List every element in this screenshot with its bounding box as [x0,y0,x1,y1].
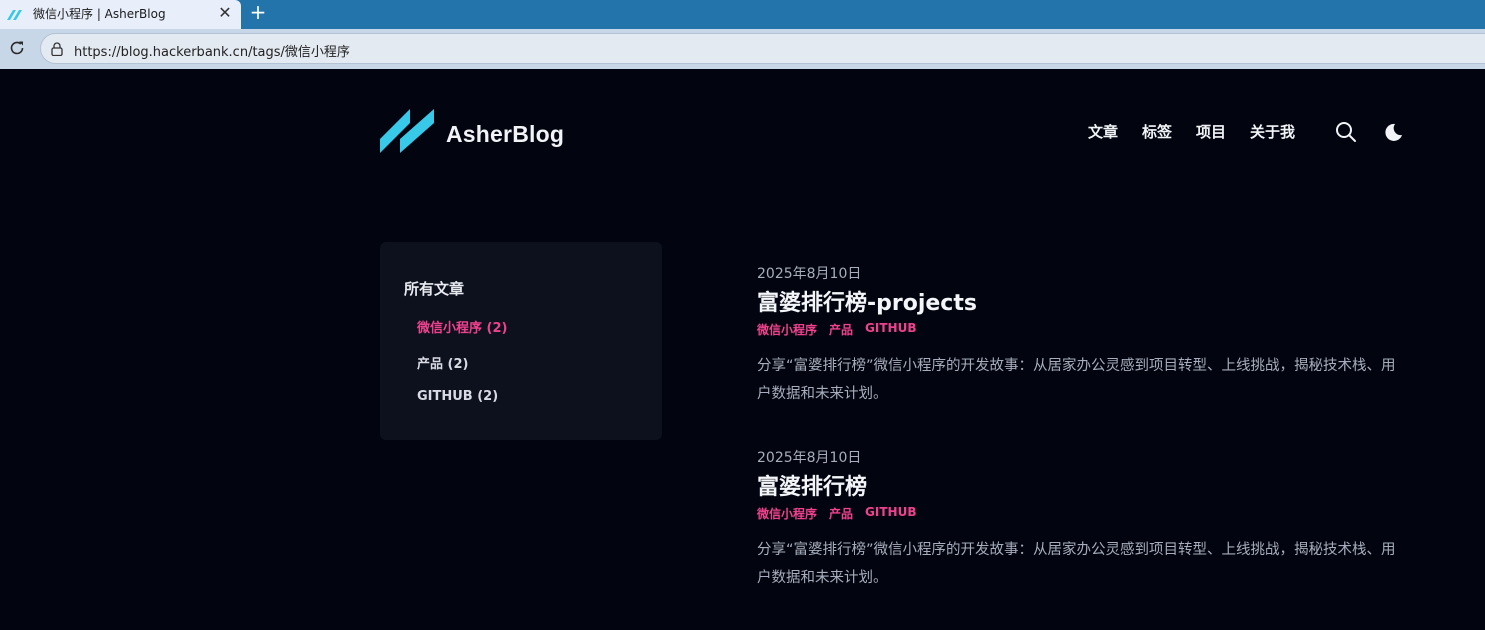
sidebar-title[interactable]: 所有文章 [404,278,464,299]
brand-name[interactable]: AsherBlog [446,121,564,148]
moon-icon[interactable] [1383,122,1403,142]
sidebar-tag-product[interactable]: 产品 (2) [417,353,468,372]
browser-tab[interactable]: 微信小程序 | AsherBlog ✕ [0,0,241,29]
sidebar-tag-wechat[interactable]: 微信小程序 (2) [417,317,507,336]
new-tab-button[interactable]: + [249,2,267,22]
post-tags: 微信小程序 产品 GITHUB [757,321,1407,338]
post-tag[interactable]: 微信小程序 [757,321,817,338]
search-icon[interactable] [1335,121,1357,143]
nav-articles[interactable]: 文章 [1088,121,1118,142]
post-tags: 微信小程序 产品 GITHUB [757,505,1407,522]
close-tab-icon[interactable]: ✕ [216,4,234,22]
post-item: 2025年8月10日 富婆排行榜-projects 微信小程序 产品 GITHU… [757,263,1407,408]
favicon-icon [7,10,22,20]
post-tag[interactable]: 产品 [829,505,853,522]
post-title[interactable]: 富婆排行榜 [757,469,1407,501]
lock-icon [51,42,63,56]
url-field[interactable]: https://blog.hackerbank.cn/tags/微信小程序 [40,33,1485,64]
post-tag[interactable]: GITHUB [865,321,916,338]
post-title[interactable]: 富婆排行榜-projects [757,285,1407,317]
nav-about[interactable]: 关于我 [1250,121,1295,142]
main-nav: 文章 标签 项目 关于我 [1088,121,1319,142]
post-tag[interactable]: 产品 [829,321,853,338]
sidebar-tag-github[interactable]: GITHUB (2) [417,389,498,404]
post-summary: 分享“富婆排行榜”微信小程序的开发故事：从居家办公灵感到项目转型、上线挑战，揭秘… [757,358,1396,402]
browser-tab-bar: 微信小程序 | AsherBlog ✕ + [0,0,1485,29]
url-text: https://blog.hackerbank.cn/tags/微信小程序 [74,45,350,60]
post-tag[interactable]: GITHUB [865,505,916,522]
reload-icon[interactable] [8,39,26,57]
page-content: AsherBlog 文章 标签 项目 关于我 所有文章 微信小程序 (2) 产品… [0,69,1485,630]
address-bar: https://blog.hackerbank.cn/tags/微信小程序 [0,29,1485,69]
post-date: 2025年8月10日 [757,450,862,466]
logo-icon[interactable] [380,109,436,153]
tags-sidebar: 所有文章 微信小程序 (2) 产品 (2) GITHUB (2) [380,242,662,440]
nav-projects[interactable]: 项目 [1196,121,1226,142]
post-item: 2025年8月10日 富婆排行榜 微信小程序 产品 GITHUB 分享“富婆排行… [757,447,1407,592]
post-date: 2025年8月10日 [757,266,862,282]
nav-tags[interactable]: 标签 [1142,121,1172,142]
post-tag[interactable]: 微信小程序 [757,505,817,522]
post-summary: 分享“富婆排行榜”微信小程序的开发故事：从居家办公灵感到项目转型、上线挑战，揭秘… [757,542,1396,586]
tab-title: 微信小程序 | AsherBlog [33,7,166,21]
